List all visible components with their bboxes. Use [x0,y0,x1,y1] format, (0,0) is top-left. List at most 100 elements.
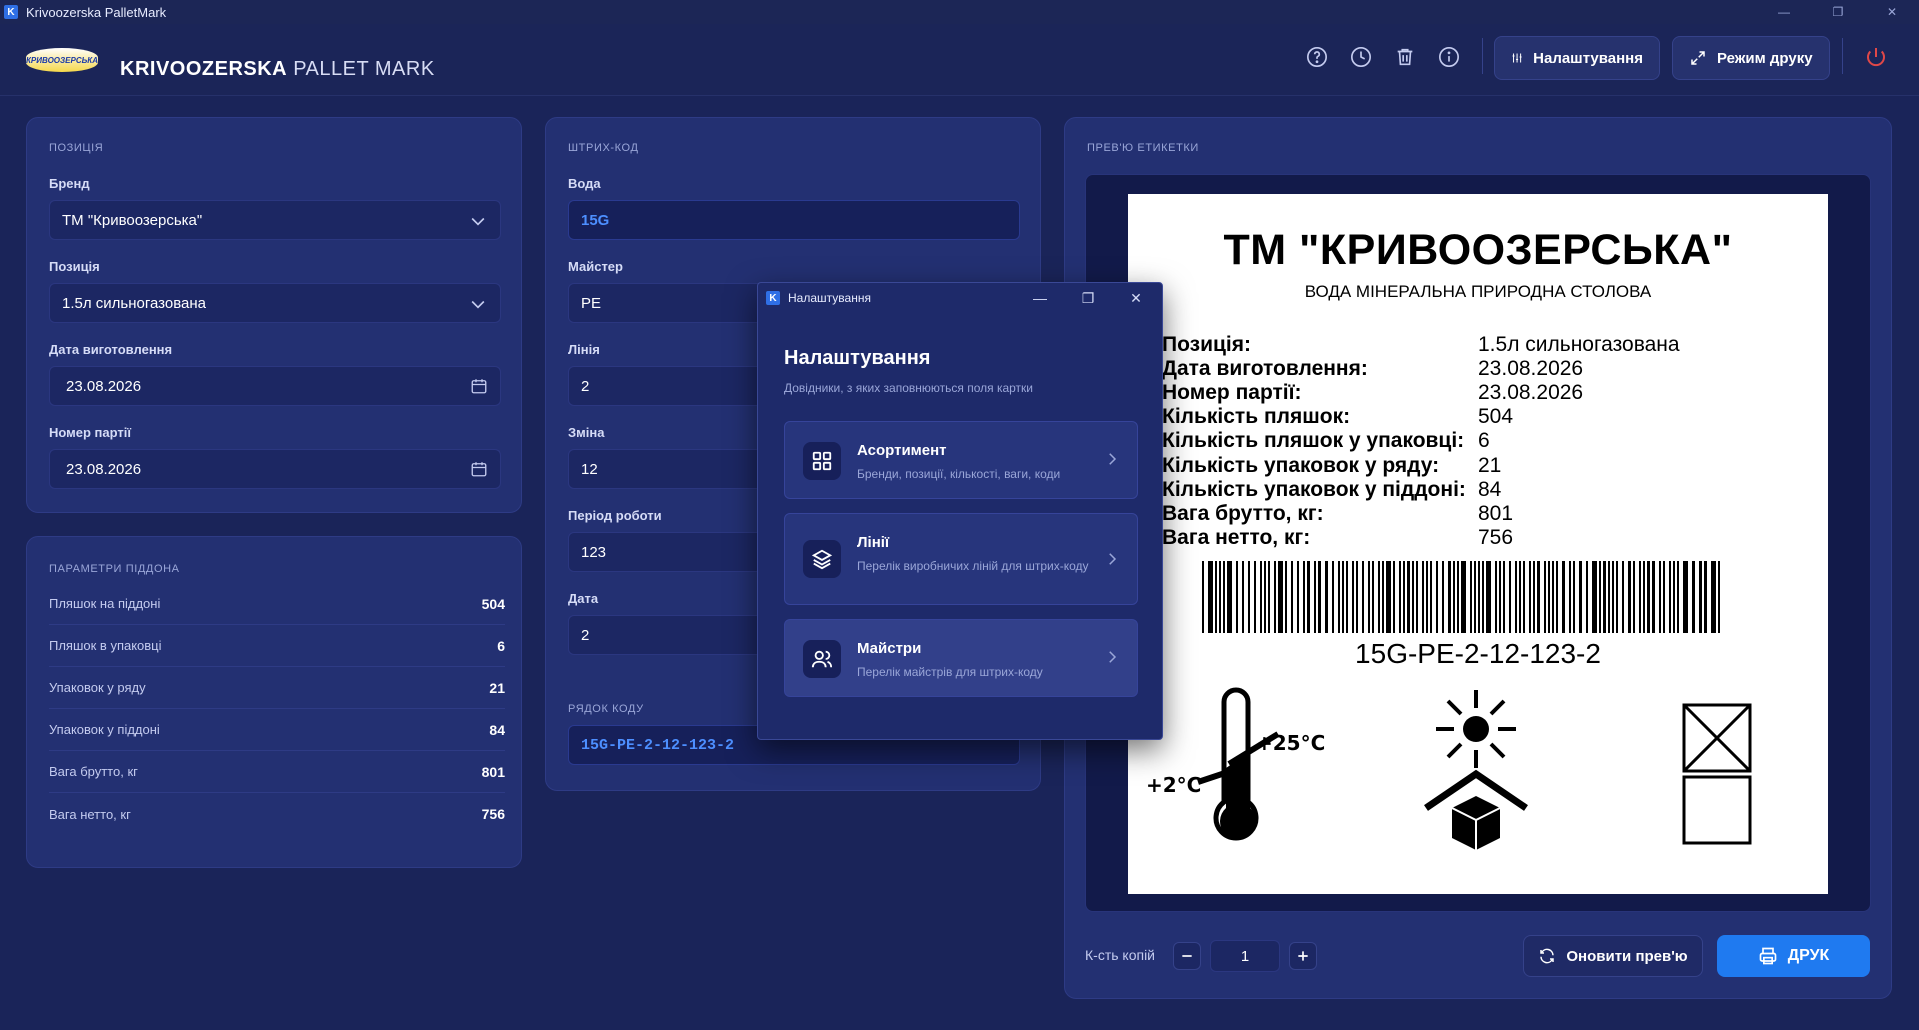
maximize-button[interactable]: ❐ [1811,0,1865,24]
water-code-input[interactable]: 15G [568,200,1020,240]
barcode-bar [1399,561,1401,633]
barcode-bar [1223,561,1225,633]
info-icon[interactable] [1436,44,1462,70]
assortment-desc: Бренди, позиції, кількості, ваги, коди [857,467,1061,481]
expand-icon [1691,51,1705,65]
dialog-heading: Налаштування [784,347,931,369]
barcode-bar [1254,561,1256,633]
print-button[interactable]: ДРУК [1717,935,1870,977]
code-row-value: 15G-PE-2-12-123-2 [581,736,735,754]
barcode-bar [1342,561,1344,633]
barcode-bar [1362,561,1364,633]
barcode-bar [1219,561,1221,633]
barcode-bar [1683,561,1688,633]
label-barcode-text: 15G-PE-2-12-123-2 [1355,638,1601,669]
barcode-bar [1537,561,1540,633]
barcode-bar [1457,561,1459,633]
lines-item[interactable]: Лінії Перелік виробничих ліній для штрих… [784,513,1138,605]
barcode-bar [1548,561,1550,633]
barcode-bar [1499,561,1501,633]
barcode-bar [1647,561,1650,633]
power-icon[interactable] [1864,45,1888,74]
dialog-close-button[interactable]: ✕ [1112,283,1160,313]
barcode-bar [1236,561,1238,633]
barcode-bar [1616,561,1618,633]
barcode-bar [1659,561,1661,633]
help-icon[interactable] [1304,44,1330,70]
label-row-key: Кількість упаковок у піддоні: [1162,478,1466,501]
barcode-bar [1303,561,1305,633]
barcode-bar [1639,561,1641,633]
barcode-bar [1202,561,1204,633]
mfg-date-value: 23.08.2026 [66,377,142,395]
barcode-bar [1338,561,1340,633]
mfg-date-picker[interactable]: 23.08.2026 [49,366,501,406]
label-row-key: Кількість пляшок у упаковці: [1162,429,1465,452]
barcode-bar [1562,561,1565,633]
barcode-bar [1268,561,1270,633]
barcode-bar [1552,561,1554,633]
users-icon [803,640,841,678]
param-row: Упаковок у ряду 21 [49,667,505,709]
refresh-preview-button[interactable]: Оновити прев'ю [1523,935,1703,977]
barcode-bar [1470,561,1472,633]
barcode-bar [1663,561,1665,633]
history-icon[interactable] [1348,44,1374,70]
barcode-bar [1378,561,1380,633]
brand-select-value: ТМ "Кривоозерська" [62,211,203,229]
decrement-copies-button[interactable] [1173,942,1201,970]
sliders-icon [1512,53,1522,63]
label-row-value: 23.08.2026 [1478,381,1584,404]
assortment-item[interactable]: Асортимент Бренди, позиції, кількості, в… [784,421,1138,499]
barcode-bar [1307,561,1310,633]
increment-copies-button[interactable] [1289,942,1317,970]
barcode-bar [1372,561,1374,633]
minimize-button[interactable]: — [1757,0,1811,24]
masters-item[interactable]: Майстри Перелік майстрів для штрих-коду [784,619,1138,697]
period-label: Період роботи [568,508,662,523]
label-row-value: 21 [1478,454,1502,477]
barcode-bar [1453,561,1455,633]
barcode-bar [1573,561,1575,633]
dialog-minimize-button[interactable]: — [1016,283,1064,313]
brand-logo: КРИВООЗЕРСЬКА [26,48,98,72]
barcode-bar [1592,561,1597,633]
barcode-bar [1386,561,1391,633]
calendar-icon [471,379,487,394]
barcode-bar [1368,561,1370,633]
brand-select[interactable]: ТМ "Кривоозерська" [49,200,501,240]
label-row-value: 1.5л сильногазована [1478,333,1680,356]
temp-low-text: +2°C [1146,773,1201,797]
param-value: 84 [489,721,505,738]
app-header: КРИВООЗЕРСЬКА KRIVOOZERSKA PALLET MARK Н… [0,24,1919,96]
barcode-bar [1461,561,1466,633]
print-mode-button[interactable]: Режим друку [1672,36,1830,80]
label-row-value: 756 [1478,526,1514,549]
dialog-maximize-button[interactable]: ❐ [1064,283,1112,313]
dialog-subtitle: Довідники, з яких заповнюються поля карт… [784,381,1034,395]
barcode-bar [1442,561,1444,633]
barcode-panel-title: ШТРИХ-КОД [568,142,639,154]
position-select[interactable]: 1.5л сильногазована [49,283,501,323]
param-value: 504 [481,595,505,612]
copies-input[interactable]: 1 [1210,940,1280,972]
batch-date-picker[interactable]: 23.08.2026 [49,449,501,489]
calendar-icon [471,462,487,477]
barcode-bar [1291,561,1293,633]
param-label: Вага нетто, кг [49,806,131,822]
param-row: Пляшок в упаковці 6 [49,625,505,667]
trash-icon[interactable] [1392,44,1418,70]
barcode-bar [1382,561,1384,633]
param-row: Вага брутто, кг 801 [49,751,505,793]
label-row-value: 23.08.2026 [1478,357,1584,380]
master-value: PE [581,294,602,312]
period-value: 123 [581,543,607,561]
barcode-bar [1622,561,1624,633]
settings-button[interactable]: Налаштування [1494,36,1660,80]
barcode-bar [1448,561,1451,633]
barcode-bar [1318,561,1321,633]
close-window-button[interactable]: ✕ [1865,0,1919,24]
label-row-key: Дата виготовлення: [1162,357,1368,380]
barcode-bar [1416,561,1418,633]
barcode-bar [1628,561,1631,633]
